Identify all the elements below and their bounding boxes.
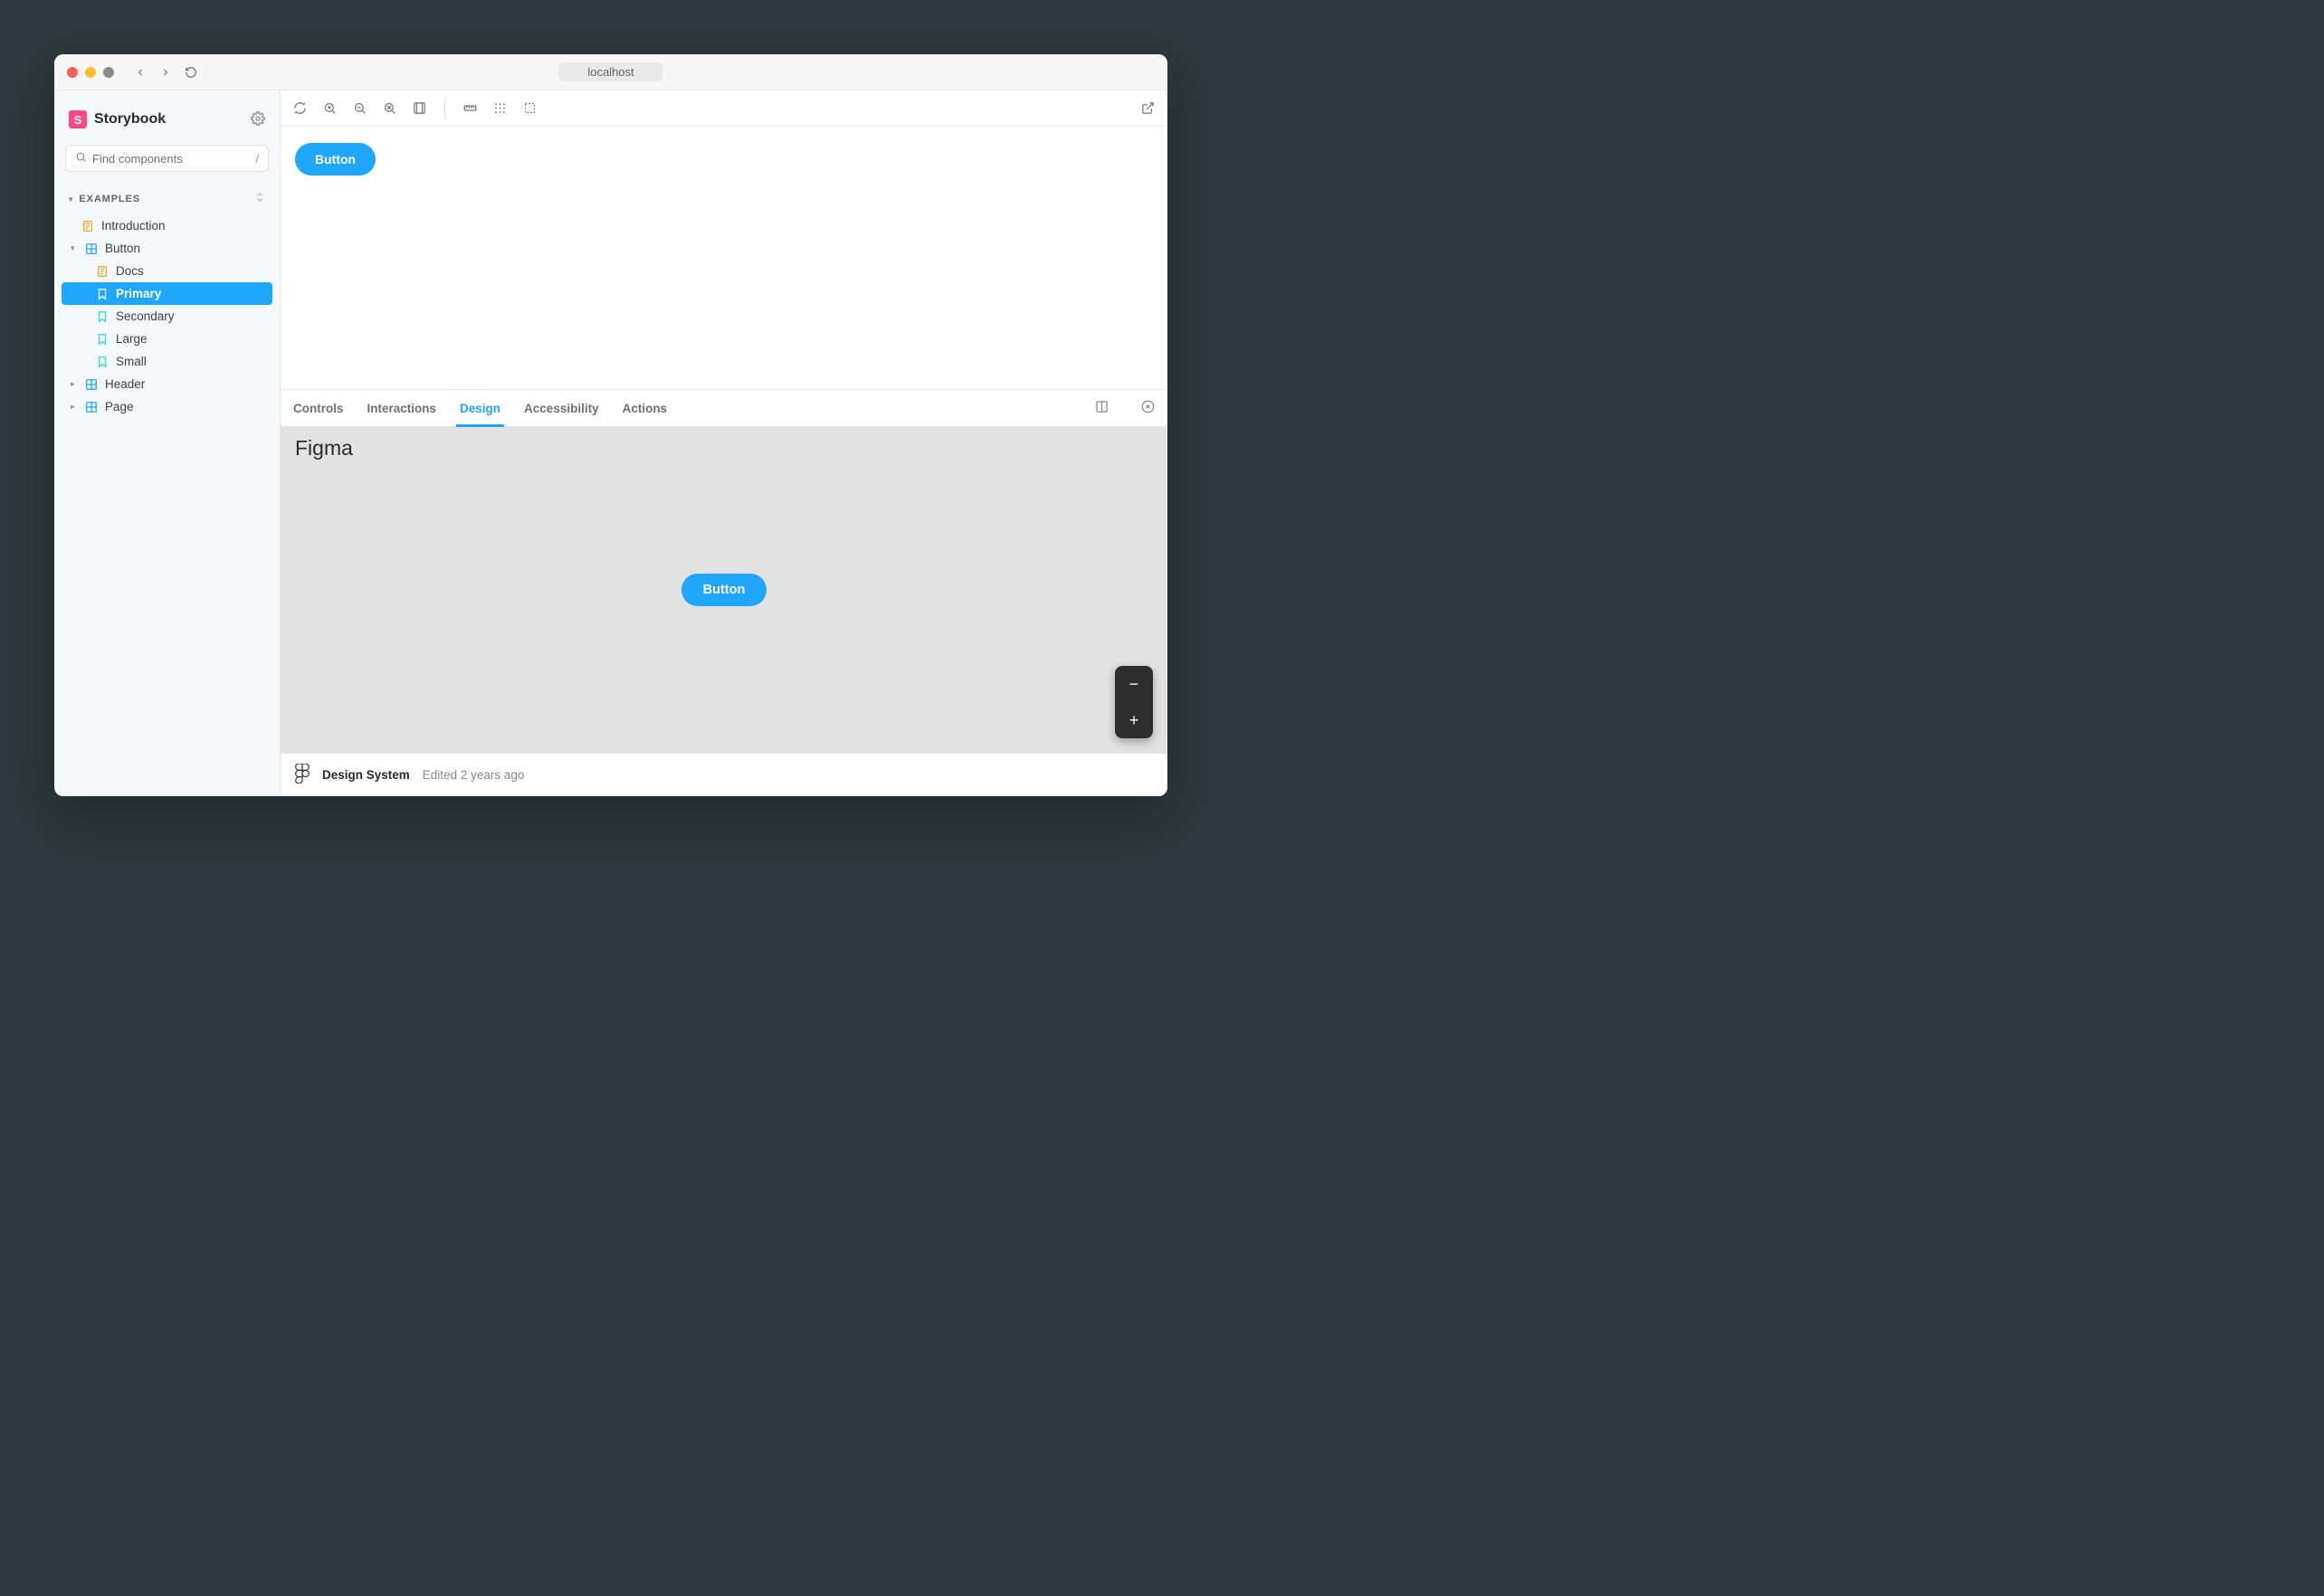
figma-file-name[interactable]: Design System <box>322 768 410 782</box>
tree-item-label: Primary <box>116 287 161 300</box>
tree-item-button-large[interactable]: Large <box>62 328 272 350</box>
figma-canvas[interactable]: Button <box>281 427 1167 753</box>
grid-icon[interactable] <box>493 101 507 115</box>
measure-icon[interactable] <box>463 101 477 115</box>
tree-item-button-primary[interactable]: Primary <box>62 282 272 305</box>
url-bar[interactable]: localhost <box>558 62 662 81</box>
tree-item-label: Header <box>105 377 145 391</box>
sidebar-header: S Storybook <box>54 103 280 139</box>
sync-icon[interactable] <box>293 101 307 115</box>
zoom-out-icon[interactable] <box>353 101 367 115</box>
canvas-toolbar <box>281 90 1167 127</box>
tree-item-label: Secondary <box>116 309 175 323</box>
zoom-in-button[interactable]: + <box>1115 702 1153 738</box>
viewport-icon[interactable] <box>413 101 426 115</box>
figma-footer: Design System Edited 2 years ago <box>281 753 1167 796</box>
zoom-in-icon[interactable] <box>323 101 337 115</box>
back-button[interactable] <box>134 66 147 79</box>
design-panel: Figma Button − + <box>281 427 1167 753</box>
tree-item-label: Small <box>116 355 147 368</box>
tree-item-button-secondary[interactable]: Secondary <box>62 305 272 328</box>
bookmark-icon <box>96 333 109 346</box>
document-icon <box>81 220 94 233</box>
search-icon <box>75 151 87 166</box>
storybook-logo-text: Storybook <box>94 111 166 128</box>
search-input-container[interactable]: / <box>65 145 269 172</box>
addon-close-icon[interactable] <box>1141 400 1155 416</box>
browser-titlebar: localhost <box>54 54 1167 90</box>
toolbar-divider <box>444 99 445 119</box>
settings-button[interactable] <box>251 111 265 128</box>
browser-nav <box>134 66 197 79</box>
tree-item-header[interactable]: ▸ Header <box>62 373 272 395</box>
open-external-icon[interactable] <box>1141 101 1155 115</box>
section-examples[interactable]: ▾ EXAMPLES <box>54 186 280 211</box>
section-label: EXAMPLES <box>79 194 140 204</box>
tree-item-label: Button <box>105 242 140 255</box>
tree-item-label: Large <box>116 332 148 346</box>
window-close-button[interactable] <box>67 67 78 78</box>
tree-item-page[interactable]: ▸ Page <box>62 395 272 418</box>
figma-preview-button: Button <box>681 574 767 606</box>
storybook-logo-mark: S <box>69 110 87 128</box>
tree-item-button-docs[interactable]: Docs <box>62 260 272 282</box>
nav-tree: Introduction ▾ Button Docs <box>54 211 280 422</box>
tab-actions[interactable]: Actions <box>623 390 668 426</box>
chevron-down-icon: ▾ <box>71 243 78 253</box>
reload-button[interactable] <box>185 66 197 79</box>
search-input[interactable] <box>92 152 255 166</box>
tab-design[interactable]: Design <box>460 390 500 426</box>
chevron-down-icon: ▾ <box>69 195 73 204</box>
app-body: S Storybook / ▾ EXAMPLES <box>54 90 1167 796</box>
browser-window: localhost S Storybook / <box>54 54 1167 796</box>
tree-item-label: Docs <box>116 264 144 278</box>
window-maximize-button[interactable] <box>103 67 114 78</box>
figma-logo-icon <box>295 764 310 786</box>
tree-item-button-small[interactable]: Small <box>62 350 272 373</box>
sort-icon[interactable] <box>254 192 265 205</box>
tree-item-label: Introduction <box>101 219 166 233</box>
tree-item-label: Page <box>105 400 134 413</box>
traffic-lights <box>67 67 114 78</box>
document-icon <box>96 265 109 278</box>
component-icon <box>85 378 98 391</box>
tree-item-button[interactable]: ▾ Button <box>62 237 272 260</box>
preview-button-primary[interactable]: Button <box>295 143 376 176</box>
search-shortcut-hint: / <box>255 152 259 166</box>
window-minimize-button[interactable] <box>85 67 96 78</box>
tab-interactions[interactable]: Interactions <box>367 390 437 426</box>
bookmark-icon <box>96 310 109 323</box>
tab-controls[interactable]: Controls <box>293 390 344 426</box>
component-icon <box>85 401 98 413</box>
chevron-right-icon: ▸ <box>71 379 78 389</box>
storybook-logo[interactable]: S Storybook <box>69 110 166 128</box>
bookmark-icon <box>96 288 109 300</box>
addon-tabs: Controls Interactions Design Accessibili… <box>281 389 1167 427</box>
zoom-reset-icon[interactable] <box>383 101 396 115</box>
bookmark-icon <box>96 356 109 368</box>
figma-edited-meta: Edited 2 years ago <box>423 768 525 782</box>
zoom-out-button[interactable]: − <box>1115 666 1153 702</box>
tab-accessibility[interactable]: Accessibility <box>524 390 599 426</box>
design-panel-title: Figma <box>295 436 353 461</box>
tree-item-introduction[interactable]: Introduction <box>62 214 272 237</box>
chevron-right-icon: ▸ <box>71 402 78 412</box>
component-icon <box>85 242 98 255</box>
preview-canvas: Button <box>281 127 1167 389</box>
sidebar: S Storybook / ▾ EXAMPLES <box>54 90 281 796</box>
forward-button[interactable] <box>159 66 172 79</box>
main-panel: Button Controls Interactions Design Acce… <box>281 90 1167 796</box>
addon-orientation-icon[interactable] <box>1095 400 1109 416</box>
outline-icon[interactable] <box>523 101 537 115</box>
zoom-controls: − + <box>1115 666 1153 738</box>
